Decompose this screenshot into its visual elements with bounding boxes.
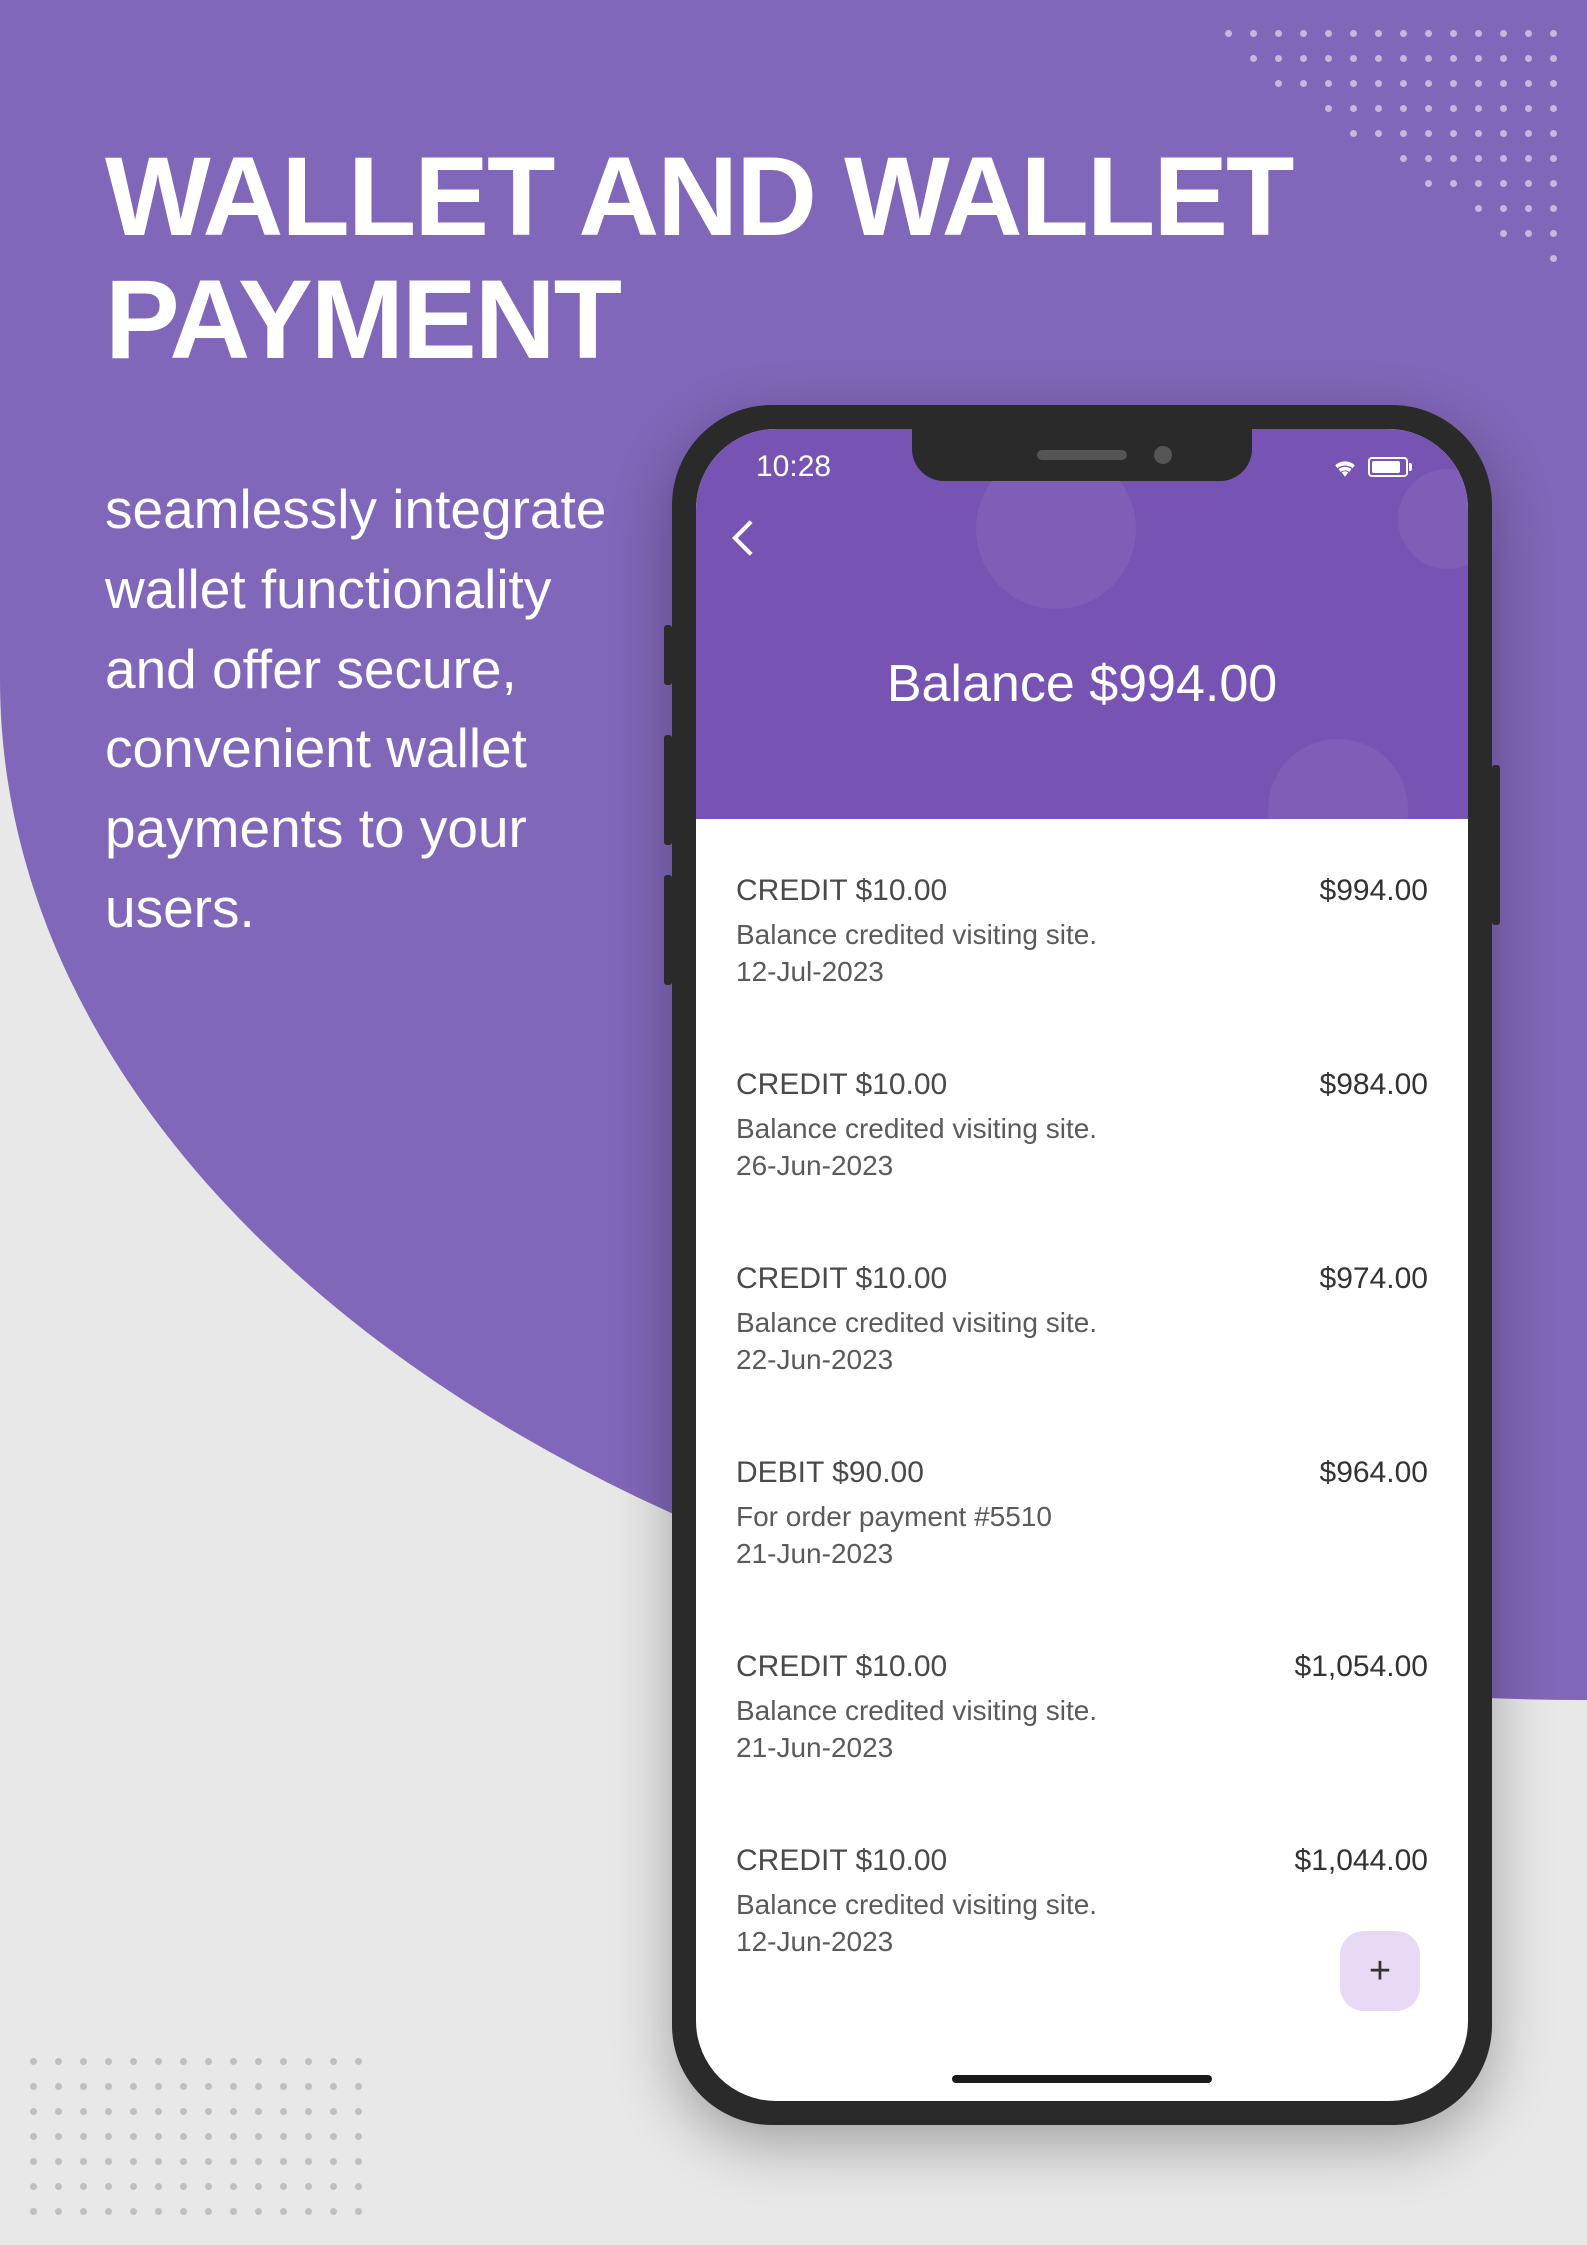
header-decoration bbox=[1268, 739, 1408, 819]
app-header: 10:28 Balance $994.00 bbox=[696, 429, 1468, 819]
transaction-type: CREDIT $10.00 bbox=[736, 1844, 947, 1878]
page-subtitle: seamlessly integrate wallet functionalit… bbox=[105, 470, 615, 949]
transaction-balance: $1,044.00 bbox=[1295, 1844, 1428, 1878]
transaction-item[interactable]: CREDIT $10.00 $994.00 Balance credited v… bbox=[736, 849, 1428, 1028]
transaction-date: 12-Jul-2023 bbox=[736, 956, 1428, 988]
transaction-date: 26-Jun-2023 bbox=[736, 1150, 1428, 1182]
balance-label: Balance $994.00 bbox=[696, 654, 1468, 714]
phone-power-button bbox=[1492, 765, 1500, 925]
transaction-item[interactable]: CREDIT $10.00 $1,044.00 Balance credited… bbox=[736, 1804, 1428, 1998]
transaction-type: CREDIT $10.00 bbox=[736, 1262, 947, 1296]
transaction-desc: Balance credited visiting site. bbox=[736, 1884, 1428, 1926]
wifi-icon bbox=[1332, 457, 1358, 477]
page-title: WALLET AND WALLET PAYMENT bbox=[105, 135, 1587, 381]
transaction-balance: $984.00 bbox=[1320, 1068, 1428, 1102]
add-button[interactable]: + bbox=[1340, 1931, 1420, 2011]
transaction-balance: $974.00 bbox=[1320, 1262, 1428, 1296]
transaction-date: 12-Jun-2023 bbox=[736, 1926, 1428, 1958]
transaction-item[interactable]: CREDIT $10.00 $984.00 Balance credited v… bbox=[736, 1028, 1428, 1222]
back-button[interactable] bbox=[731, 519, 755, 567]
transaction-list: CREDIT $10.00 $994.00 Balance credited v… bbox=[696, 819, 1468, 2028]
phone-mockup: 10:28 Balance $994.00 bbox=[672, 405, 1492, 2125]
phone-notch bbox=[912, 429, 1252, 481]
phone-speaker bbox=[1037, 450, 1127, 460]
transaction-item[interactable]: CREDIT $10.00 $974.00 Balance credited v… bbox=[736, 1222, 1428, 1416]
phone-camera bbox=[1154, 446, 1172, 464]
transaction-item[interactable]: CREDIT $10.00 $1,054.00 Balance credited… bbox=[736, 1610, 1428, 1804]
transaction-type: CREDIT $10.00 bbox=[736, 874, 947, 908]
transaction-balance: $1,054.00 bbox=[1295, 1650, 1428, 1684]
home-indicator[interactable] bbox=[952, 2075, 1212, 2083]
transaction-desc: Balance credited visiting site. bbox=[736, 1690, 1428, 1732]
transaction-desc: Balance credited visiting site. bbox=[736, 1108, 1428, 1150]
transaction-desc: For order payment #5510 bbox=[736, 1496, 1428, 1538]
transaction-date: 21-Jun-2023 bbox=[736, 1732, 1428, 1764]
transaction-type: CREDIT $10.00 bbox=[736, 1650, 947, 1684]
transaction-desc: Balance credited visiting site. bbox=[736, 1302, 1428, 1344]
decorative-dots-bottom bbox=[30, 2058, 362, 2215]
transaction-balance: $964.00 bbox=[1320, 1456, 1428, 1490]
status-time: 10:28 bbox=[756, 450, 831, 484]
transaction-date: 21-Jun-2023 bbox=[736, 1538, 1428, 1570]
transaction-date: 22-Jun-2023 bbox=[736, 1344, 1428, 1376]
transaction-item[interactable]: DEBIT $90.00 $964.00 For order payment #… bbox=[736, 1416, 1428, 1610]
transaction-type: CREDIT $10.00 bbox=[736, 1068, 947, 1102]
battery-icon bbox=[1368, 457, 1408, 477]
plus-icon: + bbox=[1369, 1950, 1391, 1993]
transaction-balance: $994.00 bbox=[1320, 874, 1428, 908]
phone-screen: 10:28 Balance $994.00 bbox=[696, 429, 1468, 2101]
transaction-desc: Balance credited visiting site. bbox=[736, 914, 1428, 956]
transaction-type: DEBIT $90.00 bbox=[736, 1456, 924, 1490]
phone-volume-down-button bbox=[664, 875, 672, 985]
phone-mute-button bbox=[664, 625, 672, 685]
phone-volume-up-button bbox=[664, 735, 672, 845]
